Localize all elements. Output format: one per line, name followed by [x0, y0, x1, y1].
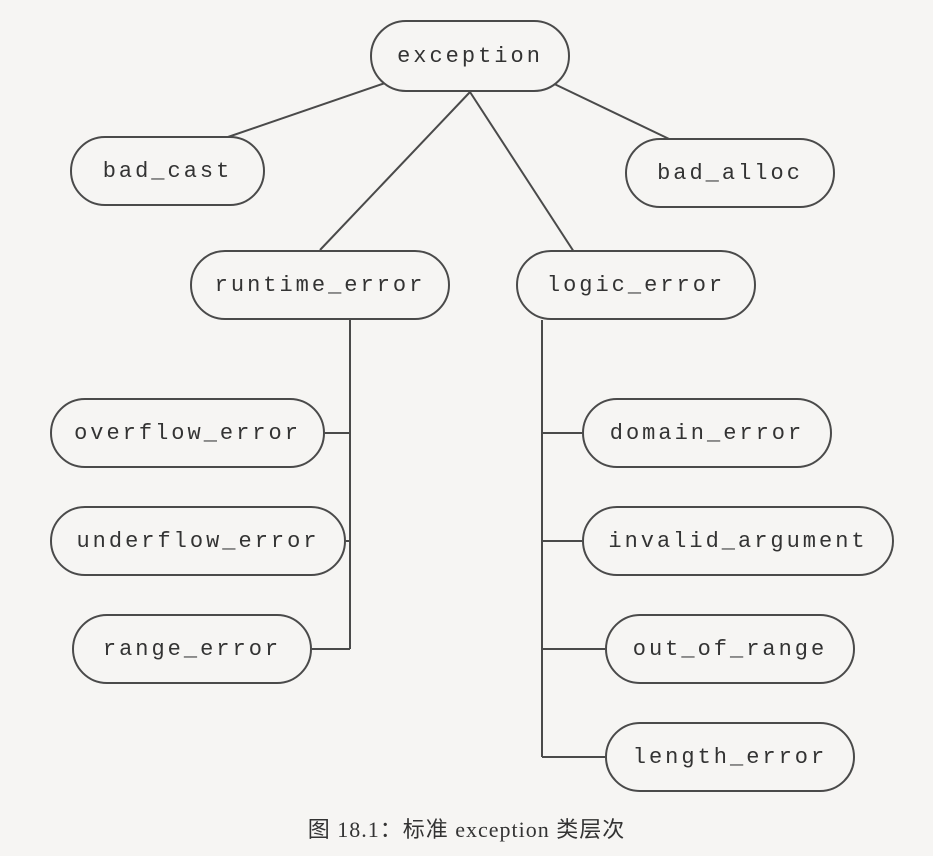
node-domain-error: domain_error	[582, 398, 832, 468]
node-label: bad_alloc	[657, 161, 803, 186]
node-label: domain_error	[610, 421, 804, 446]
node-label: invalid_argument	[608, 529, 867, 554]
node-overflow-error: overflow_error	[50, 398, 325, 468]
node-bad-cast: bad_cast	[70, 136, 265, 206]
node-underflow-error: underflow_error	[50, 506, 346, 576]
node-label: runtime_error	[215, 273, 426, 298]
node-label: exception	[397, 44, 543, 69]
node-length-error: length_error	[605, 722, 855, 792]
node-bad-alloc: bad_alloc	[625, 138, 835, 208]
node-label: bad_cast	[103, 159, 233, 184]
node-label: range_error	[103, 637, 281, 662]
node-exception: exception	[370, 20, 570, 92]
figure-caption: 图 18.1：标准 exception 类层次	[0, 812, 933, 844]
node-label: logic_error	[547, 273, 725, 298]
node-label: overflow_error	[74, 421, 301, 446]
node-logic-error: logic_error	[516, 250, 756, 320]
node-invalid-argument: invalid_argument	[582, 506, 894, 576]
node-out-of-range: out_of_range	[605, 614, 855, 684]
node-range-error: range_error	[72, 614, 312, 684]
node-runtime-error: runtime_error	[190, 250, 450, 320]
node-label: out_of_range	[633, 637, 827, 662]
node-label: length_error	[633, 745, 827, 770]
node-label: underflow_error	[76, 529, 319, 554]
